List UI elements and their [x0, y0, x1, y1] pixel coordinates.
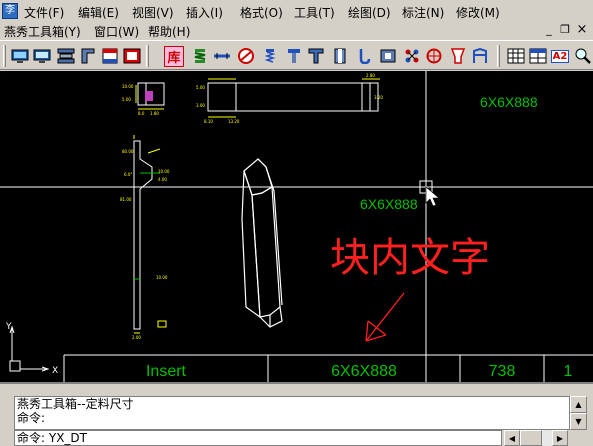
horizontal-scrollbar[interactable]: ◀ ▶: [504, 430, 568, 446]
die-icon[interactable]: [56, 46, 76, 66]
hook-icon[interactable]: [354, 46, 374, 66]
cup-icon[interactable]: [448, 46, 468, 66]
border-icon[interactable]: [100, 46, 120, 66]
menu-insert[interactable]: 插入(I): [186, 4, 223, 21]
leg-icon[interactable]: [470, 46, 490, 66]
close-button[interactable]: ×: [575, 23, 589, 38]
annotation-text: 块内文字: [330, 235, 490, 281]
monitor-icon[interactable]: [10, 46, 30, 66]
ucs-x-label: X: [52, 366, 58, 376]
restore-button[interactable]: ❐: [558, 24, 572, 38]
svg-text:1.80: 1.80: [150, 111, 159, 116]
menu-window[interactable]: 窗口(W): [94, 23, 139, 40]
text-icon[interactable]: A2: [550, 46, 570, 66]
scroll-track[interactable]: [542, 430, 552, 446]
ejector-icon[interactable]: [306, 46, 326, 66]
menu-view[interactable]: 视图(V): [132, 4, 174, 21]
svg-text:8.10: 8.10: [204, 119, 213, 124]
svg-text:5.00: 5.00: [122, 97, 131, 102]
menu-tools[interactable]: 工具(T): [294, 4, 335, 21]
frame-icon[interactable]: [122, 46, 142, 66]
svg-text:8.0: 8.0: [138, 111, 145, 116]
lifter-3d-part: [241, 158, 283, 328]
menu-draw[interactable]: 绘图(D): [348, 4, 391, 21]
monitor-icon[interactable]: [32, 46, 52, 66]
drawing-canvas[interactable]: 10.00 5.00 8.0 1.80 5.00 3.00 8.10 13.20…: [0, 71, 593, 382]
menu-format[interactable]: 格式(O): [240, 4, 283, 21]
block-text-mid: 6X6X888: [360, 196, 418, 212]
menu-help[interactable]: 帮助(H): [148, 23, 190, 40]
svg-text:2.00: 2.00: [132, 335, 141, 340]
toolbar-grip[interactable]: [3, 45, 6, 67]
menu-edit[interactable]: 编辑(E): [78, 4, 119, 21]
toolbar-grip[interactable]: [497, 45, 500, 67]
pin-icon[interactable]: [212, 46, 232, 66]
library-icon[interactable]: 库: [164, 45, 184, 67]
table-icon[interactable]: [528, 46, 548, 66]
svg-text:13.20: 13.20: [228, 119, 240, 124]
scroll-down-icon[interactable]: ▼: [570, 413, 587, 430]
menu-yanxiu-toolbox[interactable]: 燕秀工具箱(Y): [4, 23, 81, 40]
spring-icon[interactable]: [190, 46, 210, 66]
svg-text:3.20: 3.20: [374, 95, 383, 100]
block-icon[interactable]: [378, 46, 398, 66]
screw-icon[interactable]: [260, 46, 280, 66]
slider-icon[interactable]: [78, 46, 98, 66]
sprue-icon[interactable]: [236, 46, 256, 66]
zoom-icon[interactable]: [573, 46, 593, 66]
scroll-left-icon[interactable]: ◀: [504, 430, 520, 446]
table-num-cell: 738: [489, 363, 516, 380]
svg-text:2.80: 2.80: [366, 73, 375, 78]
toolbar-grip[interactable]: [146, 45, 149, 67]
command-panel: 燕秀工具箱--定料尺寸 命令: ▲ ▼ 命令: YX_DT ◀ ▶: [0, 382, 593, 446]
minimize-button[interactable]: _: [542, 24, 556, 38]
menu-bar: 李 文件(F) 编辑(E) 视图(V) 插入(I) 格式(O) 工具(T) 绘图…: [0, 0, 593, 22]
part-thumbnail-3: 80.00 6.0° 81.00 10.00 4.00 10.00 2.00: [120, 135, 170, 340]
ucs-icon: [9, 325, 50, 372]
command-history[interactable]: 燕秀工具箱--定料尺寸 命令:: [14, 396, 570, 430]
scroll-thumb[interactable]: [520, 430, 542, 446]
menu-modify[interactable]: 修改(M): [456, 4, 500, 21]
menu-file[interactable]: 文件(F): [24, 4, 64, 21]
command-line-input[interactable]: 命令: YX_DT: [14, 430, 502, 446]
svg-text:81.00: 81.00: [120, 197, 132, 202]
scroll-right-icon[interactable]: ▶: [552, 430, 568, 446]
svg-text:5.00: 5.00: [196, 85, 205, 90]
svg-text:3.00: 3.00: [196, 103, 205, 108]
menu-bar-2: 燕秀工具箱(Y) 窗口(W) 帮助(H) _ ❐ ×: [0, 22, 593, 40]
svg-text:10.00: 10.00: [156, 275, 168, 280]
scroll-up-icon[interactable]: ▲: [570, 396, 587, 413]
menu-dimension[interactable]: 标注(N): [402, 4, 444, 21]
command-history-line: 命令:: [17, 411, 46, 425]
ucs-y-label: Y: [5, 322, 12, 332]
table-qty-cell: 1: [564, 363, 573, 380]
svg-text:6.0°: 6.0°: [124, 172, 132, 177]
grid-icon[interactable]: [506, 46, 526, 66]
cooling-icon[interactable]: [402, 46, 422, 66]
command-scrollbar[interactable]: ▲ ▼: [570, 396, 587, 430]
part-thumbnail-1: 10.00 5.00 8.0 1.80: [122, 82, 165, 116]
svg-text:10.00: 10.00: [122, 84, 134, 89]
toolbar: 库 A2: [0, 40, 593, 70]
block-text-top: 6X6X888: [480, 94, 538, 110]
svg-text:10.00: 10.00: [158, 169, 170, 174]
part-thumbnail-2: 5.00 3.00 8.10 13.20 2.80 3.20: [196, 73, 383, 124]
annotation-arrow-icon: [365, 292, 405, 342]
table-insert-cell: Insert: [146, 363, 187, 380]
svg-text:4.00: 4.00: [158, 177, 167, 182]
app-icon[interactable]: 李: [2, 3, 18, 19]
bolt-icon[interactable]: [284, 46, 304, 66]
wheel-icon[interactable]: [424, 46, 444, 66]
bushing-icon[interactable]: [330, 46, 350, 66]
table-size-cell: 6X6X888: [331, 363, 397, 380]
drawing-svg[interactable]: 10.00 5.00 8.0 1.80 5.00 3.00 8.10 13.20…: [0, 71, 593, 382]
svg-text:80.00: 80.00: [122, 149, 134, 154]
command-history-line: 燕秀工具箱--定料尺寸: [17, 397, 134, 411]
